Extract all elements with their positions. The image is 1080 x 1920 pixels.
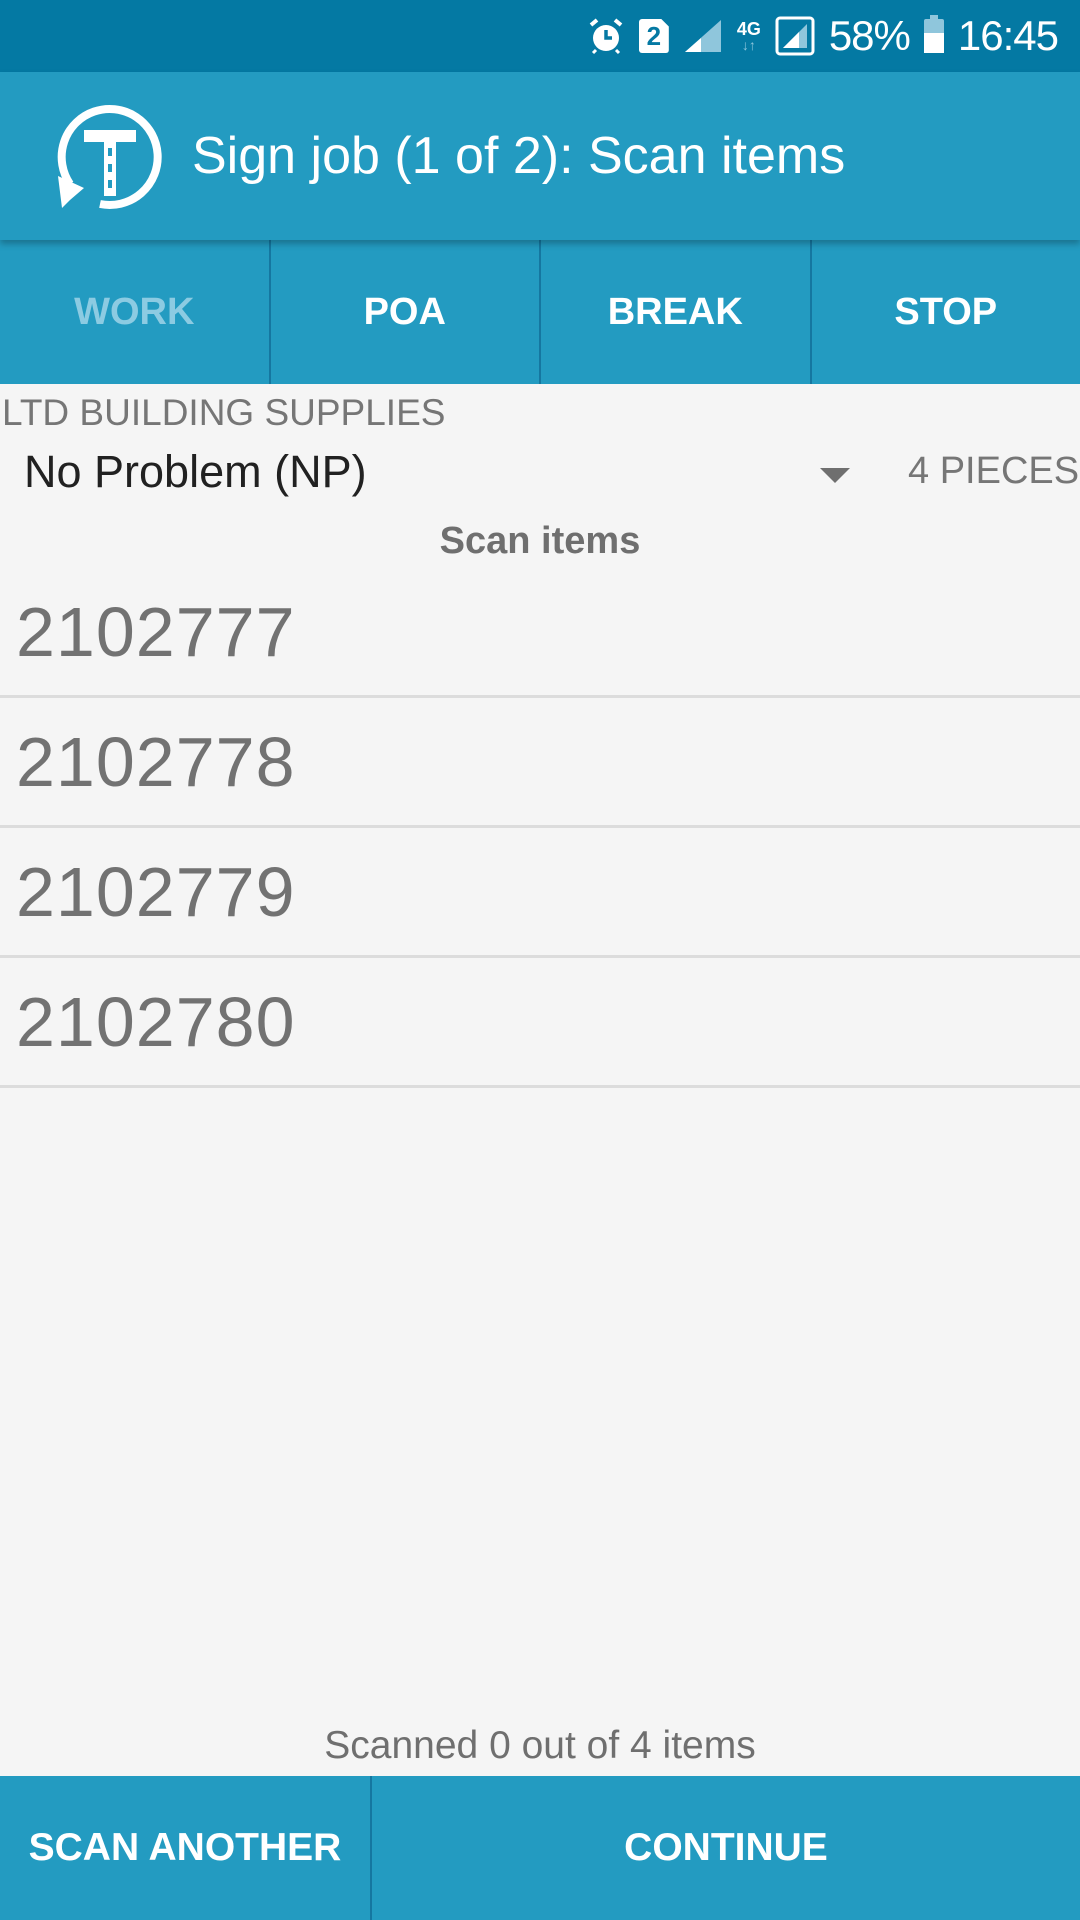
- section-title: Scan items: [439, 520, 641, 562]
- tab-stop[interactable]: STOP: [812, 240, 1080, 384]
- item-number: 2102778: [16, 722, 296, 801]
- customer-name: LTD BUILDING SUPPLIES: [2, 392, 446, 433]
- clock: 16:45: [957, 12, 1059, 59]
- sim-2-icon: 2: [638, 19, 669, 53]
- alarm-icon: [587, 17, 625, 55]
- tab-break[interactable]: BREAK: [541, 240, 812, 384]
- item-number: 2102780: [16, 982, 296, 1061]
- dropdown-arrow-icon: [820, 468, 850, 483]
- battery-icon: [923, 15, 944, 53]
- battery-percent: 58%: [828, 12, 911, 59]
- tab-poa[interactable]: POA: [271, 240, 541, 384]
- status-bar: 2 4G ↓↑ 58% 16:45: [0, 0, 1080, 72]
- battery-level: [923, 33, 944, 53]
- pieces-count: 4 PIECES: [908, 450, 1080, 492]
- item-number: 2102779: [16, 852, 296, 931]
- 4g-data-icon: 4G ↓↑: [737, 20, 761, 52]
- list-item[interactable]: 2102780: [0, 958, 1080, 1088]
- data-arrows-icon: ↓↑: [741, 37, 756, 53]
- status-select[interactable]: No Problem (NP): [0, 446, 870, 510]
- signal-icon: [683, 18, 723, 54]
- scan-progress-text: Scanned 0 out of 4 items: [324, 1724, 756, 1767]
- item-number: 2102777: [16, 592, 296, 671]
- continue-button[interactable]: CONTINUE: [372, 1776, 1080, 1920]
- status-select-value: No Problem (NP): [24, 446, 367, 497]
- item-list: 2102777 2102778 2102779 2102780: [0, 568, 1080, 1088]
- page-title: Sign job (1 of 2): Scan items: [192, 127, 846, 185]
- network-type-label: 4G: [736, 19, 761, 39]
- list-item[interactable]: 2102779: [0, 828, 1080, 958]
- screen: 2 4G ↓↑ 58% 16:45 Sign job (1 of 2): Sca…: [0, 0, 1080, 1920]
- t-cycle-logo-icon: [48, 96, 172, 220]
- status-bar-icons: 2 4G ↓↑ 58% 16:45: [587, 0, 1059, 72]
- list-item[interactable]: 2102778: [0, 698, 1080, 828]
- app-bar: Sign job (1 of 2): Scan items: [0, 72, 1080, 240]
- tab-work[interactable]: WORK: [0, 240, 271, 384]
- list-item[interactable]: 2102777: [0, 568, 1080, 698]
- action-tabs: WORK POA BREAK STOP: [0, 240, 1080, 384]
- scan-another-button[interactable]: SCAN ANOTHER: [0, 1776, 372, 1920]
- footer-actions: SCAN ANOTHER CONTINUE: [0, 1776, 1080, 1920]
- signal-boxed-icon: [775, 16, 815, 56]
